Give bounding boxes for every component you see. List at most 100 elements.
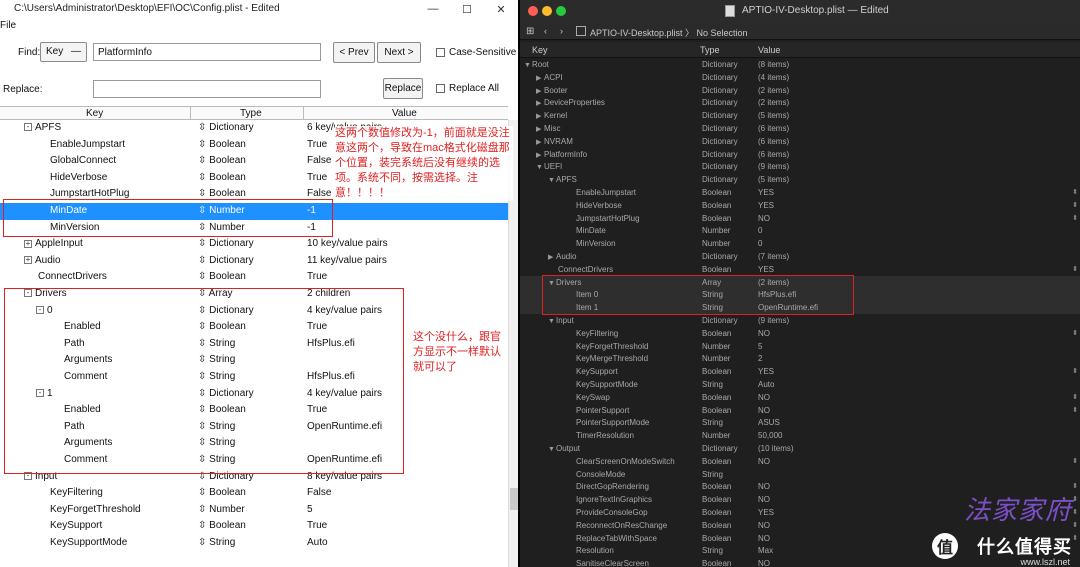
menu-file[interactable]: File: [0, 20, 16, 31]
col-value[interactable]: Value: [392, 108, 417, 119]
traffic-zoom-icon[interactable]: [556, 6, 566, 16]
rrow-type[interactable]: Dictionary: [702, 60, 738, 69]
rrow-value[interactable]: 2: [758, 354, 762, 363]
rrow-value[interactable]: (7 items): [758, 252, 789, 261]
list-item[interactable]: PointerSupportMode String ASUS: [520, 416, 1080, 429]
rrow-value[interactable]: NO: [758, 214, 770, 223]
rrow-type[interactable]: Number: [702, 239, 730, 248]
row-value[interactable]: 10 key/value pairs: [307, 238, 388, 249]
list-item[interactable]: ClearScreenOnModeSwitch Boolean NO ⬍: [520, 455, 1080, 468]
row-value[interactable]: Auto: [307, 537, 328, 548]
replace-input[interactable]: [93, 80, 321, 98]
rrow-value[interactable]: YES: [758, 265, 774, 274]
stepper-icon[interactable]: ⬍: [1072, 188, 1078, 196]
case-sensitive-checkbox[interactable]: [436, 48, 445, 57]
replace-all-checkbox[interactable]: [436, 84, 445, 93]
rrow-type[interactable]: Boolean: [702, 457, 731, 466]
rrow-type[interactable]: Boolean: [702, 495, 731, 504]
list-item[interactable]: EnableJumpstart Boolean YES ⬍: [520, 186, 1080, 199]
rrow-type[interactable]: Boolean: [702, 534, 731, 543]
rrow-type[interactable]: Dictionary: [702, 86, 738, 95]
replace-button[interactable]: Replace: [383, 78, 423, 99]
rrow-value[interactable]: (8 items): [758, 60, 789, 69]
breadcrumb[interactable]: APTIO-IV-Desktop.plist 〉 No Selection: [590, 26, 748, 39]
rrow-type[interactable]: Dictionary: [702, 316, 738, 325]
table-row[interactable]: ConnectDrivers ⇳ Boolean True: [0, 269, 508, 286]
rrow-value[interactable]: 5: [758, 342, 762, 351]
list-item[interactable]: KeySwap Boolean NO ⬍: [520, 391, 1080, 404]
disclosure-closed-icon[interactable]: ▶: [536, 138, 544, 146]
rrow-value[interactable]: NO: [758, 495, 770, 504]
forward-icon[interactable]: ›: [560, 26, 563, 36]
list-item[interactable]: KeyMergeThreshold Number 2: [520, 352, 1080, 365]
rrow-type[interactable]: Boolean: [702, 201, 731, 210]
row-type[interactable]: ⇳ Dictionary: [198, 255, 254, 266]
list-item[interactable]: ▶ PlatformInfo Dictionary (6 items): [520, 148, 1080, 161]
table-row[interactable]: + AppleInput ⇳ Dictionary 10 key/value pair…: [0, 236, 508, 253]
rrow-type[interactable]: Boolean: [702, 406, 731, 415]
disclosure-open-icon[interactable]: ▼: [548, 318, 556, 325]
rrow-value[interactable]: (9 items): [758, 316, 789, 325]
table-row[interactable]: KeySupportMode ⇳ String Auto: [0, 535, 508, 552]
rrow-type[interactable]: Boolean: [702, 482, 731, 491]
disclosure-open-icon[interactable]: ▼: [548, 446, 556, 453]
rrow-type[interactable]: Dictionary: [702, 137, 738, 146]
rrow-value[interactable]: NO: [758, 393, 770, 402]
left-scroll-thumb[interactable]: [510, 488, 518, 510]
minimize-button[interactable]: —: [416, 0, 450, 18]
rrow-type[interactable]: Boolean: [702, 559, 731, 567]
list-item[interactable]: KeySupport Boolean YES ⬍: [520, 365, 1080, 378]
rrow-type[interactable]: Dictionary: [702, 98, 738, 107]
row-value[interactable]: 5: [307, 504, 313, 515]
stepper-icon[interactable]: ⬍: [1072, 201, 1078, 209]
back-icon[interactable]: ‹: [544, 26, 547, 36]
rrow-value[interactable]: 0: [758, 226, 762, 235]
rrow-type[interactable]: Boolean: [702, 329, 731, 338]
table-row[interactable]: KeySupport ⇳ Boolean True: [0, 518, 508, 535]
disclosure-closed-icon[interactable]: ▶: [536, 99, 544, 107]
row-type[interactable]: ⇳ Boolean: [198, 172, 246, 183]
rrow-value[interactable]: NO: [758, 457, 770, 466]
stepper-icon[interactable]: ⬍: [1072, 457, 1078, 465]
rrow-value[interactable]: YES: [758, 201, 774, 210]
rrow-type[interactable]: Dictionary: [702, 162, 738, 171]
row-value[interactable]: False: [307, 188, 331, 199]
row-value[interactable]: True: [307, 172, 327, 183]
disclosure-closed-icon[interactable]: ▶: [536, 87, 544, 95]
list-item[interactable]: MinDate Number 0: [520, 224, 1080, 237]
row-value[interactable]: False: [307, 487, 331, 498]
stepper-icon[interactable]: ⬍: [1072, 367, 1078, 375]
disclosure-open-icon[interactable]: ▼: [548, 177, 556, 184]
row-type[interactable]: ⇳ Number: [198, 504, 245, 515]
rrow-type[interactable]: String: [702, 418, 723, 427]
list-item[interactable]: KeyForgetThreshold Number 5: [520, 340, 1080, 353]
row-value[interactable]: True: [307, 139, 327, 150]
rrow-value[interactable]: NO: [758, 482, 770, 491]
row-type[interactable]: ⇳ Boolean: [198, 139, 246, 150]
rrow-type[interactable]: Boolean: [702, 265, 731, 274]
row-value[interactable]: 11 key/value pairs: [307, 255, 387, 266]
prev-button[interactable]: < Prev: [333, 42, 375, 63]
rrow-value[interactable]: 0: [758, 239, 762, 248]
rrow-value[interactable]: (6 items): [758, 150, 789, 159]
rrow-value[interactable]: ASUS: [758, 418, 780, 427]
list-item[interactable]: ▼Output Dictionary (10 items): [520, 442, 1080, 455]
rrow-value[interactable]: Max: [758, 546, 773, 555]
disclosure-closed-icon[interactable]: ▶: [536, 151, 544, 159]
list-item[interactable]: MinVersion Number 0: [520, 237, 1080, 250]
rrow-type[interactable]: Boolean: [702, 214, 731, 223]
rcol-value[interactable]: Value: [758, 45, 780, 55]
rrow-type[interactable]: Boolean: [702, 521, 731, 530]
next-button[interactable]: Next >: [377, 42, 421, 63]
rrow-value[interactable]: (6 items): [758, 137, 789, 146]
rrow-value[interactable]: NO: [758, 534, 770, 543]
rrow-value[interactable]: YES: [758, 367, 774, 376]
traffic-minimize-icon[interactable]: [542, 6, 552, 16]
row-value[interactable]: False: [307, 155, 331, 166]
rrow-type[interactable]: Boolean: [702, 367, 731, 376]
row-type[interactable]: ⇳ Dictionary: [198, 238, 254, 249]
find-type-select[interactable]: Key —: [40, 42, 87, 62]
maximize-button[interactable]: ☐: [450, 0, 484, 18]
disclosure-closed-icon[interactable]: ▶: [536, 125, 544, 133]
list-item[interactable]: ▶ Kernel Dictionary (5 items): [520, 109, 1080, 122]
